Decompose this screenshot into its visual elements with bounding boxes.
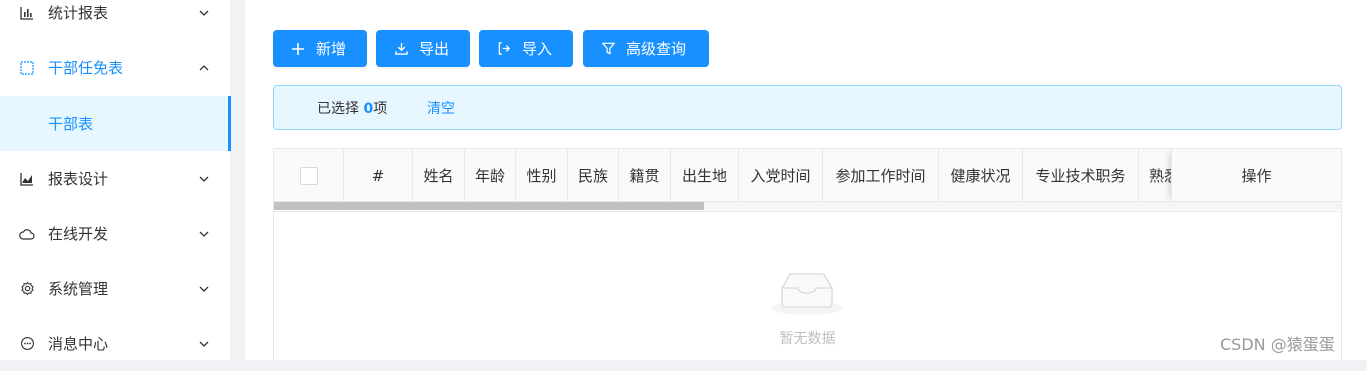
sidebar-item-system[interactable]: 系统管理 xyxy=(0,261,231,316)
column-header-professional-title[interactable]: 专业技术职务 xyxy=(1023,149,1139,201)
download-icon xyxy=(393,41,409,57)
column-header-name[interactable]: 姓名 xyxy=(413,149,465,201)
import-button-label: 导入 xyxy=(522,40,553,58)
message-icon xyxy=(19,336,35,352)
add-button-label: 新增 xyxy=(316,40,347,58)
chevron-down-icon xyxy=(197,6,211,20)
layout-gap xyxy=(231,0,245,360)
sidebar-item-label: 统计报表 xyxy=(48,4,109,22)
area-chart-icon xyxy=(19,171,35,187)
column-header-gender[interactable]: 性别 xyxy=(516,149,568,201)
main-content: 新增 导出 导入 高级查询 已选择 0项 清空 # 姓名 年龄 性别 民族 籍贯… xyxy=(245,0,1367,360)
add-button[interactable]: 新增 xyxy=(273,30,367,67)
empty-text: 暂无数据 xyxy=(779,331,836,347)
chevron-down-icon xyxy=(197,172,211,186)
select-all-checkbox[interactable] xyxy=(299,166,318,185)
selection-suffix: 项 xyxy=(373,100,388,117)
scrollbar-thumb[interactable] xyxy=(274,202,704,210)
column-header-work-start-date[interactable]: 参加工作时间 xyxy=(823,149,939,201)
import-button[interactable]: 导入 xyxy=(479,30,573,67)
plus-icon xyxy=(290,41,306,57)
column-header-age[interactable]: 年龄 xyxy=(465,149,516,201)
export-button-label: 导出 xyxy=(419,40,450,58)
filter-icon xyxy=(600,41,616,57)
horizontal-scrollbar[interactable] xyxy=(274,202,1341,210)
watermark: CSDN @猿蛋蛋 xyxy=(1220,335,1335,354)
selection-prefix: 已选择 xyxy=(317,100,359,117)
advanced-query-button[interactable]: 高级查询 xyxy=(583,30,709,67)
selection-alert: 已选择 0项 清空 xyxy=(273,85,1342,130)
sidebar-item-label: 报表设计 xyxy=(48,170,109,188)
empty-state: 暂无数据 xyxy=(274,211,1341,361)
gear-icon xyxy=(19,281,35,297)
sidebar-item-online-dev[interactable]: 在线开发 xyxy=(0,206,231,261)
advanced-query-button-label: 高级查询 xyxy=(626,40,687,58)
sidebar-item-statistics[interactable]: 统计报表 xyxy=(0,0,231,40)
sidebar-item-cadre-table[interactable]: 干部表 xyxy=(0,96,231,151)
clear-selection-link[interactable]: 清空 xyxy=(427,98,455,118)
selection-text: 已选择 0项 xyxy=(317,98,387,118)
sidebar-item-cadre-appointment[interactable]: 干部任免表 xyxy=(0,40,231,95)
column-header-health[interactable]: 健康状况 xyxy=(939,149,1023,201)
sidebar-item-report-design[interactable]: 报表设计 xyxy=(0,151,231,206)
column-header-actions: 操作 xyxy=(1171,149,1341,201)
chevron-down-icon xyxy=(197,337,211,351)
sidebar-item-label: 系统管理 xyxy=(48,280,109,298)
cloud-icon xyxy=(19,226,35,242)
data-table: # 姓名 年龄 性别 民族 籍贯 出生地 入党时间 参加工作时间 健康状况 专业… xyxy=(273,148,1342,360)
column-header-index[interactable]: # xyxy=(344,149,413,201)
column-header-native-place[interactable]: 籍贯 xyxy=(619,149,671,201)
chevron-down-icon xyxy=(197,227,211,241)
selection-count: 0 xyxy=(363,100,374,117)
table-header: # 姓名 年龄 性别 民族 籍贯 出生地 入党时间 参加工作时间 健康状况 专业… xyxy=(274,149,1341,202)
column-header-ethnicity[interactable]: 民族 xyxy=(568,149,619,201)
sidebar-item-label: 干部任免表 xyxy=(48,59,124,77)
sidebar: 统计报表 干部任免表 干部表 报表设计 在线开发 系统管理 消息中心 xyxy=(0,0,231,360)
export-button[interactable]: 导出 xyxy=(376,30,470,67)
column-header-party-join-date[interactable]: 入党时间 xyxy=(739,149,823,201)
sidebar-item-label: 干部表 xyxy=(48,115,94,133)
sidebar-item-label: 消息中心 xyxy=(48,335,109,353)
import-icon xyxy=(496,41,512,57)
column-header-birthplace[interactable]: 出生地 xyxy=(671,149,739,201)
table-icon xyxy=(19,60,35,76)
chevron-down-icon xyxy=(197,282,211,296)
chevron-up-icon xyxy=(197,61,211,75)
empty-inbox-icon xyxy=(771,273,843,315)
bar-chart-icon xyxy=(19,5,35,21)
sidebar-item-label: 在线开发 xyxy=(48,225,109,243)
select-all-cell xyxy=(274,149,344,201)
sidebar-item-message[interactable]: 消息中心 xyxy=(0,316,231,371)
